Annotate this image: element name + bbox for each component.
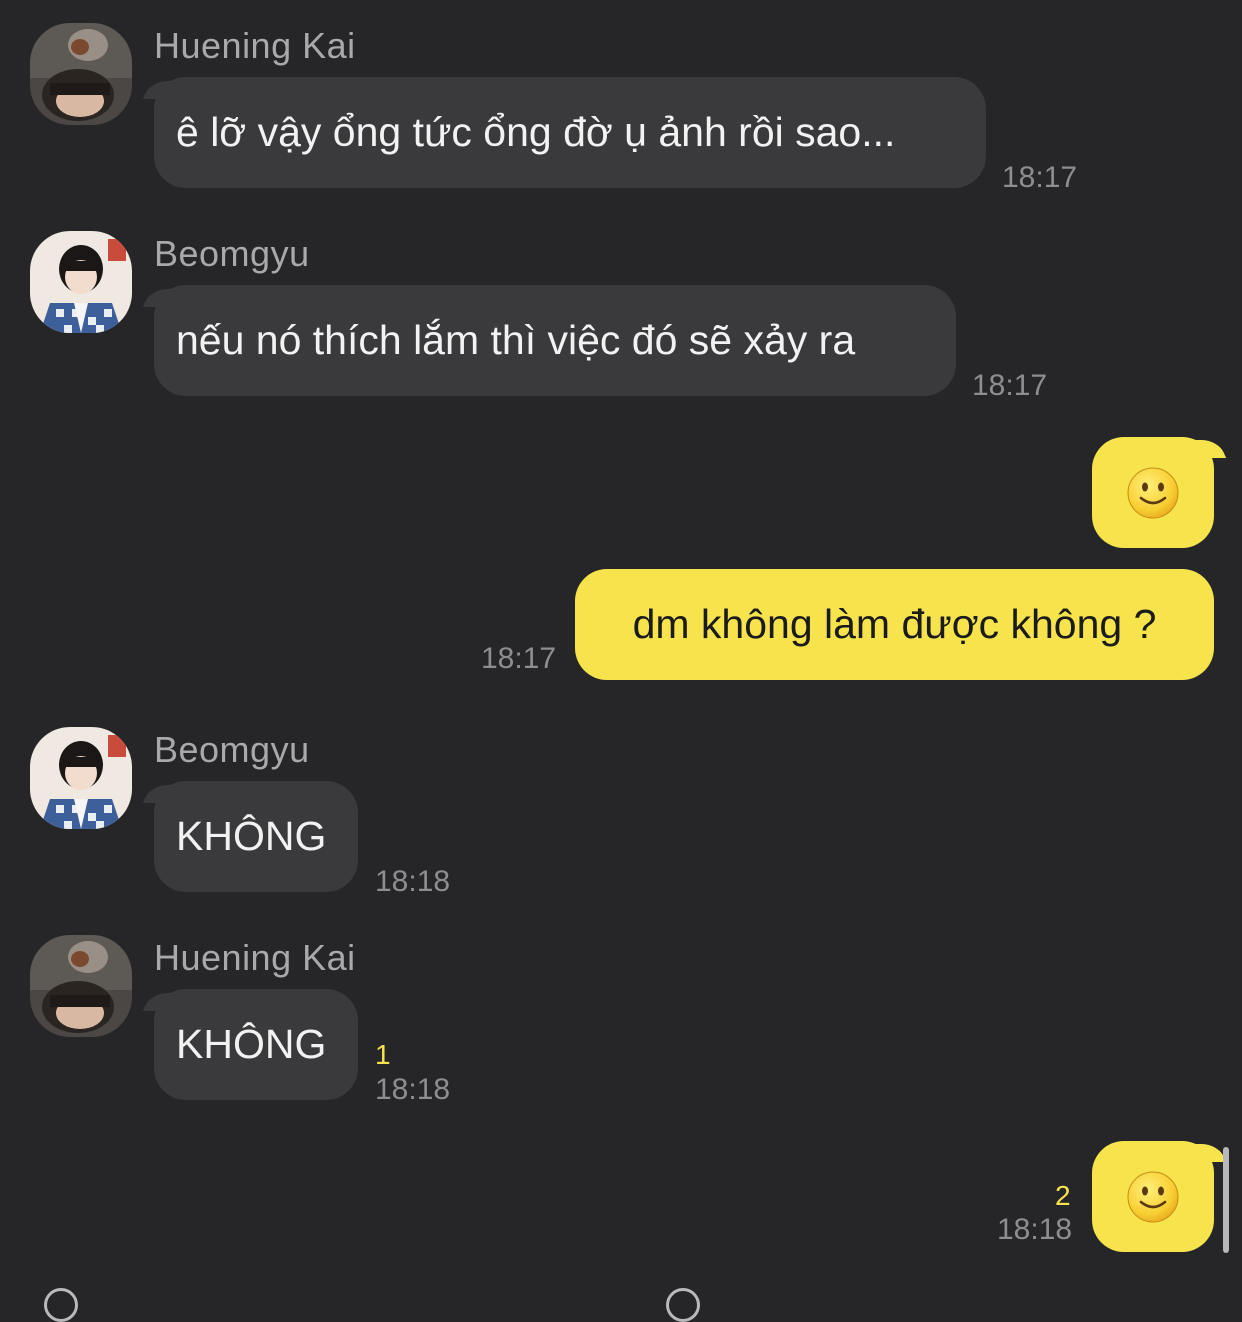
message-time: 18:17: [972, 369, 1048, 402]
message-bubble[interactable]: ê lỡ vậy ổng tức ổng đờ ụ ảnh rồi sao...: [154, 77, 986, 188]
huening-kai-avatar-icon: [30, 23, 132, 125]
sender-name: Beomgyu: [154, 729, 310, 770]
message-text: nếu nó thích lắm thì việc đó sẽ xảy ra: [176, 317, 856, 363]
message-bubble[interactable]: dm không làm được không ?: [575, 569, 1214, 680]
scrollbar[interactable]: [1223, 1147, 1229, 1253]
beomgyu-avatar-icon: [30, 727, 132, 829]
sender-name: Beomgyu: [154, 233, 310, 274]
message-bubble[interactable]: KHÔNG: [154, 781, 358, 892]
huening-kai-avatar-icon: [30, 935, 132, 1037]
slightly-smiling-face-emoji-icon: [1127, 467, 1179, 518]
message-text: KHÔNG: [176, 1021, 327, 1067]
beomgyu-avatar-icon: [30, 231, 132, 333]
sender-name: Huening Kai: [154, 25, 356, 66]
sender-name: Huening Kai: [154, 937, 356, 978]
message-time: 18:18: [997, 1213, 1073, 1246]
emoji-message-bubble[interactable]: [1092, 437, 1214, 548]
unread-count: 1: [375, 1039, 391, 1070]
message-time: 18:18: [375, 865, 451, 898]
unread-count: 2: [1055, 1180, 1071, 1211]
avatar-huening-kai[interactable]: [30, 23, 132, 125]
message-bubble[interactable]: KHÔNG: [154, 989, 358, 1100]
avatar-beomgyu[interactable]: [30, 727, 132, 829]
toolbar-emoji-icon[interactable]: [666, 1288, 700, 1322]
avatar-huening-kai[interactable]: [30, 935, 132, 1037]
emoji-message-bubble[interactable]: [1092, 1141, 1214, 1252]
slightly-smiling-face-emoji-icon: [1127, 1171, 1179, 1222]
message-text: KHÔNG: [176, 813, 327, 859]
avatar-beomgyu[interactable]: [30, 231, 132, 333]
message-text: ê lỡ vậy ổng tức ổng đờ ụ ảnh rồi sao...: [176, 109, 896, 155]
message-time: 18:18: [375, 1073, 451, 1106]
message-text: dm không làm được không ?: [632, 601, 1157, 647]
message-time: 18:17: [1002, 161, 1078, 194]
toolbar-add-icon[interactable]: [44, 1288, 78, 1322]
message-time: 18:17: [481, 642, 557, 675]
message-bubble[interactable]: nếu nó thích lắm thì việc đó sẽ xảy ra: [154, 285, 956, 396]
